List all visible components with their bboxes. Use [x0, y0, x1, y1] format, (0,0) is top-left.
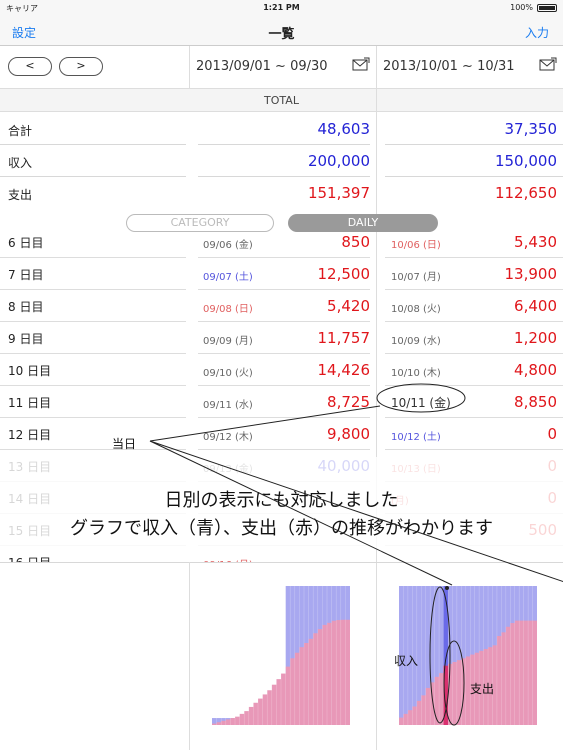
- callout-line: [149, 405, 381, 442]
- today-ellipse: [376, 383, 466, 413]
- annotation-layer: [149, 383, 563, 726]
- expense-annotation: 支出: [470, 682, 495, 696]
- expense-ellipse: [443, 640, 465, 726]
- callout-line: [149, 440, 563, 583]
- today-marker: [445, 586, 449, 590]
- callout-line: [149, 440, 453, 586]
- today-annotation: 当日: [112, 437, 137, 451]
- income-annotation: 収入: [394, 654, 419, 668]
